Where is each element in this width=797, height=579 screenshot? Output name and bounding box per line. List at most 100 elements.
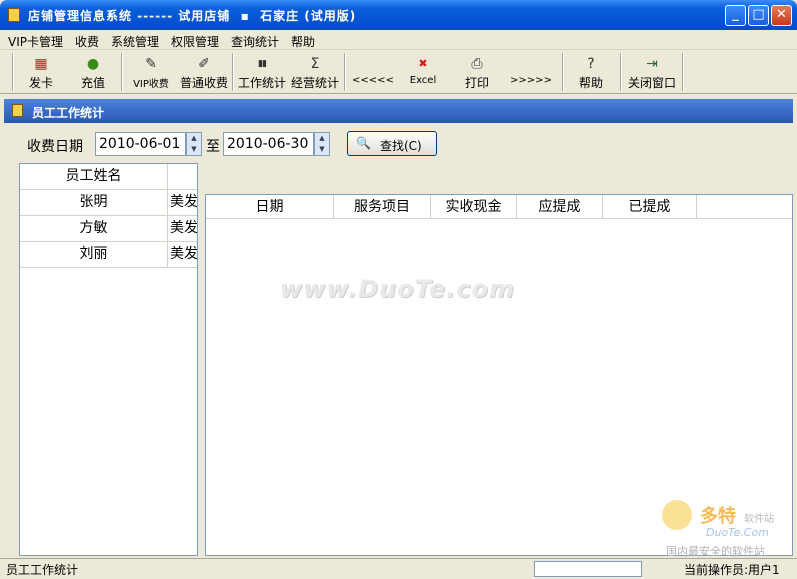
search-button-label: 查找(C) [380,139,422,153]
employee-name-cell[interactable]: 方敏 [20,216,168,241]
toolbar-separator [620,53,622,91]
start-date-input[interactable]: 2010-06-01 [95,132,186,156]
column-header-date[interactable]: 日期 [206,195,334,219]
prev-page-label: <<<<< [352,75,394,86]
toolbar-separator [682,53,684,91]
printer-icon: ⎙ [471,56,483,72]
brush-icon: ✐ [198,56,210,72]
normal-charge-label: 普通收费 [179,76,228,90]
employee-name-cell[interactable]: 张明 [20,190,168,215]
spin-down-icon: ▼ [319,145,325,153]
logo-tagline: 国内最安全的软件站 [666,545,765,558]
toolbar-separator [344,53,346,91]
search-icon: 🔍 [356,136,371,150]
prev-page-button[interactable]: <<<<< [350,52,396,92]
print-button[interactable]: ⎙ 打印 [456,52,498,92]
issue-card-label: 发卡 [28,76,53,90]
column-header-paid-commission[interactable]: 已提成 [603,195,697,219]
end-date-spinner[interactable]: ▲ ▼ [314,132,330,156]
status-bar: 员工工作统计 当前操作员:用户1 [0,558,797,579]
employee-grid[interactable]: 员工姓名 张明 美发 方敏 美发 刘丽 美发 [19,163,198,556]
employee-name-column-header[interactable]: 员工姓名 [20,164,168,189]
detail-grid-header: 日期 服务项目 实收现金 应提成 已提成 [206,195,792,219]
money-bag-icon: ● [86,56,100,72]
close-window-button[interactable]: ⇥ 关闭窗口 [624,52,680,92]
excel-icon: ✖ [418,57,428,70]
status-operator-text: 当前操作员:用户1 [684,563,780,577]
vip-charge-button[interactable]: ✎ VIP收费 [126,52,176,92]
site-watermark: www.DuoTe.com [280,275,515,303]
menu-system[interactable]: 系统管理 [111,33,159,50]
normal-charge-button[interactable]: ✐ 普通收费 [178,52,230,92]
spin-down-icon: ▼ [191,145,197,153]
menu-query-stats[interactable]: 查询统计 [231,33,279,50]
sigma-icon: Σ [310,56,320,72]
mascot-icon [662,500,692,530]
menu-help[interactable]: 帮助 [291,33,315,50]
recharge-button[interactable]: ● 充值 [72,52,114,92]
employee-dept-cell[interactable]: 美发 [170,216,197,241]
bar-chart-icon: ▮▮ [258,59,267,69]
date-filter-label: 收费日期 [27,139,83,155]
end-date-input[interactable]: 2010-06-30 [223,132,314,156]
minimize-button[interactable]: _ [725,5,746,26]
spin-up-icon: ▲ [191,134,197,142]
employee-grid-header: 员工姓名 [20,164,197,190]
next-page-button[interactable]: >>>>> [508,52,554,92]
excel-export-button[interactable]: ✖ Excel [402,52,444,92]
logo-main-text: 多特 [700,506,736,527]
toolbar-separator [12,53,14,91]
table-row[interactable]: 刘丽 美发 [20,242,197,268]
logo-sub-text: 软件站 [744,514,774,525]
panel-icon [12,104,23,117]
menu-charge[interactable]: 收费 [75,33,99,50]
panel-header: 员工工作统计 [4,99,793,123]
window-title: 店铺管理信息系统 ------ 试用店铺 ▪ 石家庄 (试用版) [28,9,357,23]
maximize-button[interactable]: □ [748,5,769,26]
close-window-label: 关闭窗口 [627,76,676,90]
status-module-text: 员工工作统计 [6,563,79,577]
search-button[interactable]: 🔍 查找(C) [347,131,437,156]
business-stats-button[interactable]: Σ 经营统计 [289,52,341,92]
recharge-label: 充值 [80,76,105,90]
work-stats-label: 工作统计 [237,76,286,90]
prev-page-icon [350,56,396,72]
title-bar: 店铺管理信息系统 ------ 试用店铺 ▪ 石家庄 (试用版) _ □ ✕ [0,0,797,30]
logo-url-text: DuoTe.Com [706,526,769,539]
table-row[interactable]: 方敏 美发 [20,216,197,242]
print-label: 打印 [464,76,489,90]
app-icon [8,8,20,22]
help-icon: ? [587,56,595,72]
excel-export-label: Excel [409,75,437,86]
issue-card-button[interactable]: ▦ 发卡 [20,52,62,92]
column-header-due-commission[interactable]: 应提成 [517,195,603,219]
table-row[interactable]: 张明 美发 [20,190,197,216]
spin-up-icon: ▲ [319,134,325,142]
toolbar-separator [562,53,564,91]
help-button[interactable]: ? 帮助 [570,52,612,92]
menu-permissions[interactable]: 权限管理 [171,33,219,50]
next-page-icon [508,56,554,72]
status-progress-box [534,561,642,577]
toolbar: ▦ 发卡 ● 充值 ✎ VIP收费 ✐ 普通收费 ▮▮ 工作统计 Σ 经营统计 … [0,50,797,94]
employee-dept-cell[interactable]: 美发 [170,190,197,215]
site-logo-watermark: 多特 软件站 DuoTe.Com 国内最安全的软件站 [660,500,790,558]
column-header-service[interactable]: 服务项目 [334,195,431,219]
panel-title: 员工工作统计 [32,106,105,120]
pencil-icon: ✎ [145,56,157,72]
start-date-spinner[interactable]: ▲ ▼ [186,132,202,156]
employee-name-cell[interactable]: 刘丽 [20,242,168,267]
close-button[interactable]: ✕ [771,5,792,26]
next-page-label: >>>>> [510,75,552,86]
employee-dept-cell[interactable]: 美发 [170,242,197,267]
vip-charge-label: VIP收费 [133,79,169,90]
work-stats-button[interactable]: ▮▮ 工作统计 [236,52,288,92]
business-stats-label: 经营统计 [290,76,339,90]
column-header-cash[interactable]: 实收现金 [431,195,517,219]
card-icon: ▦ [34,56,48,72]
toolbar-separator [232,53,234,91]
toolbar-separator [121,53,123,91]
date-range-to-label: 至 [206,139,220,155]
menu-vip-card[interactable]: VIP卡管理 [8,33,63,50]
exit-icon: ⇥ [646,56,658,72]
